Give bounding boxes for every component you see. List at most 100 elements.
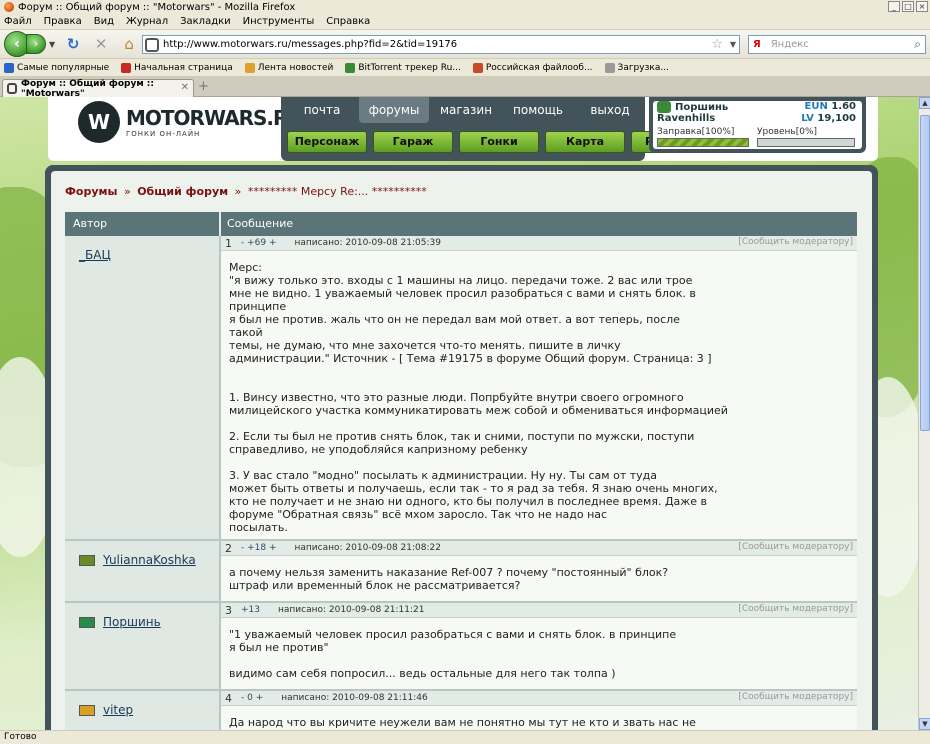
column-message: Сообщение — [227, 217, 294, 230]
site-button-2[interactable]: Гонки — [459, 131, 539, 153]
tab-close-icon[interactable]: ✕ — [181, 82, 189, 93]
menu-bookmarks[interactable]: Закладки — [180, 16, 231, 27]
post-text-line: кто не получает и не знаю ни одного, кто… — [229, 495, 707, 508]
post-text-line: мне не видно. 1 уважаемый человек просил… — [229, 287, 696, 300]
site-button-0[interactable]: Персонаж — [287, 131, 367, 153]
page-viewport: W MOTORWARS.RU ГОНКИ ОН-ЛАЙН почта форумы… — [0, 97, 918, 730]
breadcrumb-forum[interactable]: Общий форум — [137, 185, 228, 198]
vertical-scrollbar[interactable]: ▲ ▼ — [918, 97, 930, 730]
site-nav-2[interactable]: магазин — [431, 97, 501, 123]
post-rating[interactable]: - 0 + — [241, 693, 263, 703]
level-label: Уровень[0%] — [757, 127, 818, 137]
minimize-button[interactable]: _ — [888, 1, 900, 12]
menu-tools[interactable]: Инструменты — [243, 16, 315, 27]
bookmark-label: Самые популярные — [17, 62, 110, 73]
bookmark-item[interactable]: Российская файлооб... — [472, 62, 593, 73]
post-text-line: Да народ что вы кричите неужели вам не п… — [229, 716, 696, 729]
status-bar: Готово — [0, 730, 930, 744]
site-nav-1[interactable]: форумы — [359, 97, 429, 123]
logo-mark-icon: W — [78, 101, 120, 143]
site-logo[interactable]: W MOTORWARS.RU ГОНКИ ОН-ЛАЙН — [78, 101, 304, 143]
post-number: 2 — [225, 541, 232, 555]
site-nav-4[interactable]: выход — [575, 97, 645, 123]
post-text-line — [229, 417, 849, 430]
stop-icon[interactable]: ✕ — [91, 34, 111, 54]
author-name-text: YuliannaKoshka — [103, 553, 196, 567]
post-rating[interactable]: - +69 + — [241, 238, 277, 248]
post-author-name[interactable]: Поршинь — [79, 615, 161, 629]
post-header: 4 - 0 + написано: 2010-09-08 21:11:46 [Сооб… — [221, 691, 857, 706]
bookmark-item[interactable]: Начальная страница — [121, 62, 233, 73]
menu-help[interactable]: Справка — [326, 16, 370, 27]
bookmark-item[interactable]: Самые популярные — [4, 62, 110, 73]
search-bar[interactable]: Я Яндекс ⌕ — [748, 35, 926, 54]
post-author-name[interactable]: _БАЦ — [79, 248, 111, 262]
breadcrumb-forums[interactable]: Форумы — [65, 185, 117, 198]
site-header: W MOTORWARS.RU ГОНКИ ОН-ЛАЙН почта форумы… — [48, 97, 878, 161]
breadcrumb: Форумы » Общий форум » ********* Мерсу R… — [65, 185, 427, 198]
post-text: "1 уважаемый человек просил разобраться … — [221, 618, 857, 686]
report-moderator-link[interactable]: [Сообщить модератору] — [738, 237, 853, 247]
post-text-line: темы, не думаю, что мне захочется что-то… — [229, 339, 621, 352]
site-button-1[interactable]: Гараж — [373, 131, 453, 153]
post-body: 1 - +69 + написано: 2010-09-08 21:05:39 [Со… — [221, 236, 857, 539]
url-bar[interactable]: http://www.motorwars.ru/messages.php?fid… — [142, 35, 740, 54]
maximize-button[interactable]: □ — [902, 1, 914, 12]
post-date: написано: 2010-09-08 21:05:39 — [294, 238, 441, 248]
level-bar — [757, 138, 855, 147]
firefox-icon — [4, 2, 14, 12]
post-author-name[interactable]: vitep — [79, 703, 133, 717]
site-nav-0[interactable]: почта — [287, 97, 357, 123]
logo-subtitle: ГОНКИ ОН-ЛАЙН — [126, 130, 201, 138]
menu-edit[interactable]: Правка — [44, 16, 82, 27]
post-rating[interactable]: +13 — [241, 605, 260, 615]
home-icon[interactable]: ⌂ — [119, 34, 139, 54]
close-window-button[interactable]: × — [916, 1, 928, 12]
scroll-up-icon[interactable]: ▲ — [919, 97, 930, 109]
reload-icon[interactable]: ↻ — [63, 34, 83, 54]
post-text-line: принципе — [229, 300, 287, 313]
post-text-line — [229, 365, 849, 378]
bookmark-item[interactable]: Загрузка... — [604, 62, 669, 73]
author-name-text: _БАЦ — [79, 248, 111, 262]
post-rating[interactable]: - +18 + — [241, 543, 277, 553]
lv-balance: LV 19,100 — [801, 113, 856, 124]
post-author-cell: vitep — [65, 691, 221, 730]
report-moderator-link[interactable]: [Сообщить модератору] — [738, 542, 853, 552]
post-body: 2 - +18 + написано: 2010-09-08 21:08:22 [Со… — [221, 541, 857, 601]
yandex-icon[interactable]: Я — [753, 39, 761, 50]
post-body: 3 +13 написано: 2010-09-08 21:11:21 [Сообщи… — [221, 603, 857, 689]
bookmark-item[interactable]: Лента новостей — [244, 62, 333, 73]
scroll-thumb[interactable] — [920, 115, 930, 431]
bookmark-item[interactable]: BitTorrent трекер Ru... — [345, 62, 461, 73]
site-button-3[interactable]: Карта — [545, 131, 625, 153]
post-date: написано: 2010-09-08 21:08:22 — [294, 543, 441, 553]
bookmark-star-icon[interactable]: ☆ — [711, 37, 723, 52]
menu-view[interactable]: Вид — [94, 16, 114, 27]
author-badge-icon — [79, 704, 95, 716]
menu-history[interactable]: Журнал — [126, 16, 168, 27]
post-date: написано: 2010-09-08 21:11:46 — [281, 693, 428, 703]
post-text: а почему нельзя заменить наказание Ref-0… — [221, 556, 857, 598]
forward-button[interactable]: › — [26, 34, 46, 54]
site-favicon-icon — [145, 37, 159, 52]
fuel-label: Заправка[100%] — [657, 127, 735, 137]
tab-forum[interactable]: Форум :: Общий форум :: "Motorwars" ✕ — [2, 79, 194, 99]
scroll-down-icon[interactable]: ▼ — [919, 718, 930, 730]
menu-file[interactable]: Файл — [4, 16, 32, 27]
url-dropdown-icon[interactable]: ▼ — [730, 40, 736, 49]
report-moderator-link[interactable]: [Сообщить модератору] — [738, 692, 853, 702]
search-icon[interactable]: ⌕ — [914, 37, 921, 52]
tab-bar: Форум :: Общий форум :: "Motorwars" ✕ + — [0, 77, 930, 99]
new-tab-icon[interactable]: + — [198, 79, 209, 94]
player-name[interactable]: Поршинь — [657, 101, 728, 113]
table-header: Автор Сообщение — [65, 212, 857, 236]
history-dropdown-icon[interactable]: ▼ — [49, 40, 55, 49]
posts-table: Автор Сообщение _БАЦ 1 - +69 + написано: 20… — [65, 212, 857, 730]
site-nav-3[interactable]: помощь — [503, 97, 573, 123]
post-author-name[interactable]: YuliannaKoshka — [79, 553, 196, 567]
bookmark-label: Начальная страница — [134, 62, 233, 73]
forum-frame: Форумы » Общий форум » ********* Мерсу R… — [45, 165, 878, 730]
post-text-line: может быть ответы и получаешь, если так … — [229, 482, 718, 495]
report-moderator-link[interactable]: [Сообщить модератору] — [738, 604, 853, 614]
